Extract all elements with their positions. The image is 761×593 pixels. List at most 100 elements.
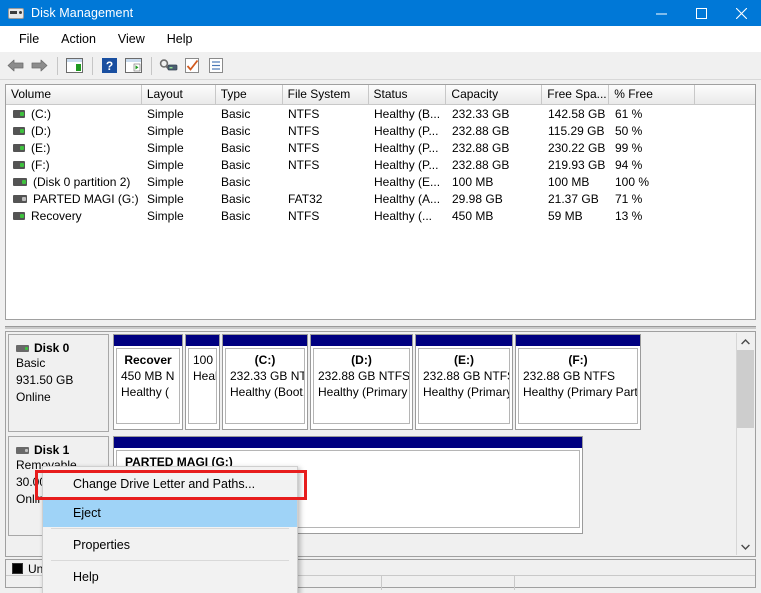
table-row[interactable]: (F:) Simple Basic NTFS Healthy (P... 232… bbox=[6, 156, 755, 173]
partition-size: 232.88 GB NTFS bbox=[423, 369, 510, 383]
cell-status: Healthy (B... bbox=[374, 106, 441, 121]
menu-help[interactable]: Help bbox=[156, 29, 204, 49]
partition-recovery[interactable]: Recover 450 MB N Healthy ( bbox=[113, 334, 183, 430]
cell-type: Basic bbox=[221, 191, 251, 206]
cell-free-space: 219.93 GB bbox=[548, 157, 606, 172]
unallocated-swatch bbox=[12, 563, 23, 574]
close-button[interactable] bbox=[721, 0, 761, 26]
cell-capacity: 100 MB bbox=[452, 174, 494, 189]
check-icon[interactable] bbox=[181, 55, 203, 77]
column-header-free-space[interactable]: Free Spa... bbox=[542, 85, 610, 104]
partition-c[interactable]: (C:) 232.33 GB NTFS Healthy (Boot, Page … bbox=[222, 334, 308, 430]
table-row[interactable]: (D:) Simple Basic NTFS Healthy (P... 232… bbox=[6, 122, 755, 139]
back-icon[interactable] bbox=[4, 55, 26, 77]
list-view-icon[interactable] bbox=[205, 55, 227, 77]
cell-capacity: 232.88 GB bbox=[452, 157, 510, 172]
menu-item-eject[interactable]: Eject bbox=[43, 498, 297, 527]
disk-name: Disk 0 bbox=[34, 341, 70, 355]
cell-capacity: 232.88 GB bbox=[452, 123, 510, 138]
window-title: Disk Management bbox=[31, 6, 134, 20]
disk-pane-scrollbar[interactable] bbox=[736, 333, 754, 555]
column-header-capacity[interactable]: Capacity bbox=[446, 85, 543, 104]
window-controls bbox=[641, 0, 761, 26]
cell-volume: (C:) bbox=[6, 107, 142, 121]
disk-type: Basic bbox=[16, 356, 46, 370]
cell-percent-free: 13 % bbox=[615, 208, 643, 223]
table-row[interactable]: (Disk 0 partition 2) Simple Basic Health… bbox=[6, 173, 755, 190]
partition-size: 232.88 GB NTFS bbox=[523, 369, 616, 383]
cell-status: Healthy (A... bbox=[374, 191, 441, 206]
context-menu: Change Drive Letter and Paths... Eject P… bbox=[42, 466, 298, 593]
cell-volume: (Disk 0 partition 2) bbox=[6, 175, 142, 189]
cell-percent-free: 50 % bbox=[615, 123, 643, 138]
table-row[interactable]: Recovery Simple Basic NTFS Healthy (... … bbox=[6, 207, 755, 224]
cell-free-space: 59 MB bbox=[548, 208, 583, 223]
rescan-disks-icon[interactable] bbox=[157, 55, 179, 77]
cell-status: Healthy (P... bbox=[374, 140, 439, 155]
volume-icon bbox=[13, 211, 25, 220]
partition-status: Healthy (Primary Part bbox=[318, 385, 409, 399]
cell-layout: Simple bbox=[147, 191, 184, 206]
column-header-status[interactable]: Status bbox=[368, 85, 447, 104]
menu-item-properties[interactable]: Properties bbox=[43, 530, 297, 559]
cell-volume: PARTED MAGI (G:) bbox=[6, 192, 142, 206]
forward-icon[interactable] bbox=[28, 55, 50, 77]
cell-file-system: NTFS bbox=[288, 106, 320, 121]
column-header-type[interactable]: Type bbox=[215, 85, 283, 104]
cell-file-system: NTFS bbox=[288, 157, 320, 172]
menu-item-change-drive-letter[interactable]: Change Drive Letter and Paths... bbox=[43, 469, 297, 498]
table-row[interactable]: PARTED MAGI (G:) Simple Basic FAT32 Heal… bbox=[6, 190, 755, 207]
svg-text:?: ? bbox=[105, 59, 112, 73]
partition-status: Healtl bbox=[193, 369, 216, 383]
disk-info-0[interactable]: Disk 0 Basic 931.50 GB Online bbox=[8, 334, 109, 432]
help-icon[interactable]: ? bbox=[98, 55, 120, 77]
column-header-percent-free[interactable]: % Free bbox=[609, 85, 696, 104]
cell-free-space: 230.22 GB bbox=[548, 140, 606, 155]
title-bar: Disk Management bbox=[0, 0, 761, 26]
partition-title: (F:) bbox=[568, 353, 588, 367]
cell-layout: Simple bbox=[147, 157, 184, 172]
volume-icon bbox=[13, 109, 25, 118]
partition-d[interactable]: (D:) 232.88 GB NTFS Healthy (Primary Par… bbox=[310, 334, 413, 430]
partition-size: 232.88 GB NTFS bbox=[318, 369, 410, 383]
menu-action[interactable]: Action bbox=[50, 29, 107, 49]
cell-free-space: 100 MB bbox=[548, 174, 590, 189]
properties-window-icon[interactable] bbox=[122, 55, 144, 77]
cell-file-system: NTFS bbox=[288, 140, 320, 155]
partition-f[interactable]: (F:) 232.88 GB NTFS Healthy (Primary Par… bbox=[515, 334, 641, 430]
scroll-up-arrow[interactable] bbox=[737, 333, 754, 350]
column-header-layout[interactable]: Layout bbox=[141, 85, 216, 104]
maximize-button[interactable] bbox=[681, 0, 721, 26]
partition-status: Healthy (Primary Part bbox=[423, 385, 510, 399]
table-row[interactable]: (E:) Simple Basic NTFS Healthy (P... 232… bbox=[6, 139, 755, 156]
menu-item-help[interactable]: Help bbox=[43, 562, 297, 591]
show-hide-console-tree-icon[interactable] bbox=[63, 55, 85, 77]
cell-layout: Simple bbox=[147, 140, 184, 155]
scroll-down-arrow[interactable] bbox=[737, 538, 754, 555]
menu-separator bbox=[51, 528, 289, 529]
partition-band bbox=[114, 335, 182, 346]
scrollbar-thumb[interactable] bbox=[737, 350, 754, 428]
column-header-file-system[interactable]: File System bbox=[282, 85, 369, 104]
menu-file[interactable]: File bbox=[8, 29, 50, 49]
column-header-volume[interactable]: Volume bbox=[6, 85, 142, 104]
volume-icon bbox=[13, 160, 25, 169]
legend-item-unallocated: Un bbox=[12, 562, 43, 576]
minimize-button[interactable] bbox=[641, 0, 681, 26]
column-header-empty[interactable] bbox=[695, 85, 755, 104]
cell-status: Healthy (... bbox=[374, 208, 433, 223]
partition-efi[interactable]: 100 M Healtl bbox=[185, 334, 220, 430]
menu-view[interactable]: View bbox=[107, 29, 156, 49]
volume-list-body: (C:) Simple Basic NTFS Healthy (B... 232… bbox=[6, 105, 755, 224]
partition-e[interactable]: (E:) 232.88 GB NTFS Healthy (Primary Par… bbox=[415, 334, 513, 430]
removable-volume-icon bbox=[13, 194, 27, 203]
disk-partitions-0: Recover 450 MB N Healthy ( 100 M Healtl bbox=[113, 334, 737, 432]
disk-name-row: Disk 0 bbox=[16, 341, 108, 355]
cell-capacity: 29.98 GB bbox=[452, 191, 503, 206]
cell-type: Basic bbox=[221, 106, 251, 121]
partition-band bbox=[114, 437, 582, 448]
pane-splitter[interactable] bbox=[5, 323, 756, 331]
cell-percent-free: 61 % bbox=[615, 106, 643, 121]
disk-state: Online bbox=[16, 390, 51, 404]
table-row[interactable]: (C:) Simple Basic NTFS Healthy (B... 232… bbox=[6, 105, 755, 122]
